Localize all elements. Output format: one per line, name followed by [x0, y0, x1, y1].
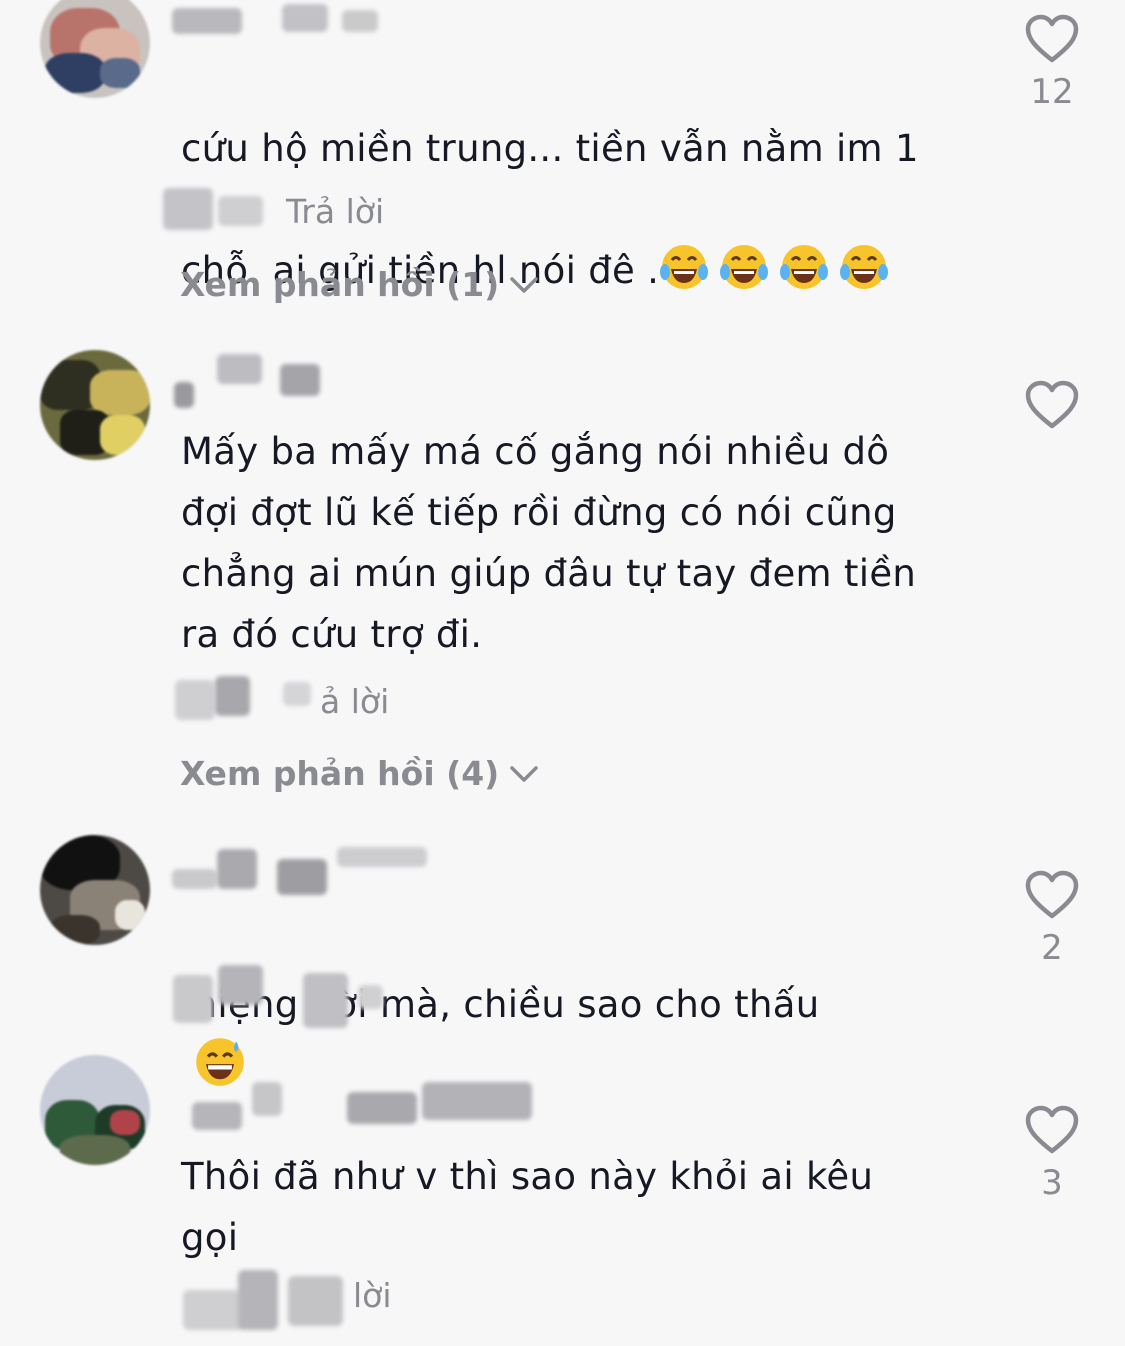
- reply-button[interactable]: ả lời: [320, 682, 389, 721]
- comment-item: Mấy ba mấy má cố gắng nói nhiều dô đợi đ…: [0, 340, 1125, 810]
- heart-outline-icon: [1025, 1105, 1079, 1154]
- comment-meta: Trả lời: [163, 186, 463, 236]
- view-replies-button[interactable]: Xem phản hồi (4): [180, 754, 539, 793]
- comment-item: miệng đời mà, chiều sao cho thấu 2: [0, 825, 1125, 1086]
- comment-item: Thôi đã như v thì sao này khỏi ai kêu gọ…: [0, 1050, 1125, 1346]
- like-count: 2: [1041, 928, 1063, 968]
- comment-item: cứu hộ miền trung... tiền vẫn nằm im 1 c…: [0, 0, 1125, 320]
- comment-meta: [163, 965, 463, 1028]
- comment-meta: lời: [163, 1270, 463, 1330]
- like-button[interactable]: 3: [1016, 1105, 1088, 1203]
- like-button[interactable]: 12: [1016, 14, 1088, 112]
- heart-outline-icon: [1025, 380, 1079, 429]
- like-button[interactable]: [1016, 380, 1088, 438]
- view-replies-label: Xem phản hồi (1): [180, 265, 500, 304]
- comment-text-line: cứu hộ miền trung... tiền vẫn nằm im 1: [181, 127, 919, 170]
- comment-meta: ả lời: [163, 676, 463, 726]
- face-with-tears-of-joy-icon: [659, 245, 899, 292]
- avatar[interactable]: [40, 1055, 150, 1165]
- view-replies-button[interactable]: Xem phản hồi (1): [180, 265, 539, 304]
- like-count: 12: [1030, 72, 1074, 112]
- chevron-down-icon: [510, 765, 539, 782]
- chevron-down-icon: [510, 276, 539, 293]
- heart-outline-icon: [1025, 14, 1079, 63]
- username-redacted[interactable]: [172, 0, 472, 40]
- comment-text: Thôi đã như v thì sao này khỏi ai kêu gọ…: [181, 1155, 874, 1259]
- avatar[interactable]: [40, 835, 150, 945]
- comment-text: Mấy ba mấy má cố gắng nói nhiều dô đợi đ…: [181, 430, 917, 656]
- heart-outline-icon: [1025, 870, 1079, 919]
- username-redacted[interactable]: [172, 352, 472, 408]
- reply-button[interactable]: Trả lời: [286, 192, 384, 231]
- avatar[interactable]: [40, 350, 150, 460]
- username-redacted[interactable]: [172, 847, 472, 895]
- username-redacted[interactable]: [172, 1082, 532, 1130]
- avatar[interactable]: [40, 0, 150, 98]
- view-replies-label: Xem phản hồi (4): [180, 754, 500, 793]
- like-button[interactable]: 2: [1016, 870, 1088, 968]
- like-count: 3: [1041, 1163, 1063, 1203]
- reply-button[interactable]: lời: [353, 1276, 392, 1315]
